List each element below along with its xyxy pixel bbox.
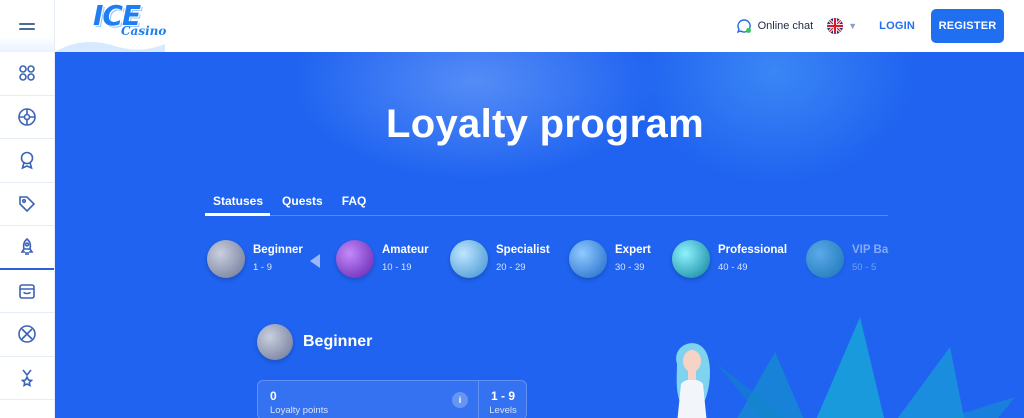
beginner-gem-icon: [207, 240, 245, 278]
level-beginner[interactable]: Beginner 1 - 9: [207, 240, 303, 278]
online-chat-label: Online chat: [757, 20, 814, 32]
uk-flag-icon: [827, 18, 844, 34]
award-icon: [20, 151, 34, 170]
level-range: 20 - 29: [496, 262, 526, 273]
ball-icon: [18, 107, 36, 126]
professional-gem-icon: [672, 240, 710, 278]
level-range: 40 - 49: [718, 262, 748, 273]
bag-icon: [19, 283, 35, 299]
levels-label: Levels: [489, 405, 517, 416]
sidebar-item-loyalty[interactable]: [0, 226, 54, 270]
sidebar-item-sport[interactable]: [0, 313, 54, 357]
menu-toggle-button[interactable]: [0, 0, 54, 52]
level-professional[interactable]: Professional 40 - 49: [672, 240, 787, 278]
level-name: Professional: [718, 244, 788, 256]
sidebar-item-shop[interactable]: [0, 270, 54, 313]
online-chat-link[interactable]: Online chat: [736, 18, 814, 34]
mascot-character-image: [676, 343, 710, 418]
sidebar-item-vip[interactable]: [0, 357, 54, 400]
chat-icon: [736, 19, 751, 34]
sidebar-item-live[interactable]: [0, 96, 54, 139]
levels-carousel: Beginner 1 - 9 Amateur 10 - 19 Specialist 2…: [205, 240, 905, 282]
amateur-gem-icon: [336, 240, 374, 278]
language-selector[interactable]: ▼: [827, 18, 857, 34]
level-amateur[interactable]: Amateur 10 - 19: [336, 240, 429, 278]
vip-gem-icon: [806, 240, 844, 278]
status-stats-card: 0 Loyalty points i 1 - 9 Levels: [257, 380, 527, 418]
current-status-title: Beginner: [303, 333, 373, 350]
level-name: Specialist: [496, 244, 550, 256]
medal-icon: [20, 369, 34, 387]
tag-icon: [19, 195, 36, 212]
level-range: 1 - 9: [253, 262, 273, 273]
levels-value: 1 - 9: [490, 389, 515, 403]
level-range: 10 - 19: [382, 262, 412, 273]
ice-casino-logo[interactable]: ICE Casino: [93, 2, 167, 42]
page-title: Loyalty program: [386, 102, 704, 146]
chevron-down-icon: ▼: [848, 21, 858, 31]
register-button[interactable]: REGISTER: [931, 9, 1004, 43]
logo-wave-decoration: [55, 42, 165, 52]
info-icon[interactable]: i: [452, 392, 468, 408]
level-expert[interactable]: Expert 30 - 39: [569, 240, 651, 278]
loyalty-points-value: 0: [270, 389, 277, 403]
rocket-icon: [20, 237, 34, 255]
loyalty-points-label: Loyalty points: [270, 405, 329, 416]
level-vip[interactable]: VIP Ba 50 - 5: [806, 240, 891, 278]
beginner-gem-icon: [257, 324, 293, 360]
login-button[interactable]: LOGIN: [879, 20, 915, 32]
expert-gem-icon: [569, 240, 607, 278]
tab-quests[interactable]: Quests: [274, 192, 330, 216]
loyalty-tabs: Statuses Quests FAQ: [205, 192, 888, 216]
specialist-gem-icon: [450, 240, 488, 278]
sidebar: [0, 0, 55, 418]
sport-icon: [18, 325, 36, 344]
ice-spikes-decoration: [715, 317, 1015, 418]
divider: [478, 381, 479, 418]
level-specialist[interactable]: Specialist 20 - 29: [450, 240, 550, 278]
level-range: 30 - 39: [615, 262, 645, 273]
logo-subtext: Casino: [121, 24, 167, 38]
tab-statuses[interactable]: Statuses: [205, 192, 271, 216]
sidebar-item-promotions[interactable]: [0, 183, 54, 226]
level-name: VIP Ba: [852, 244, 889, 256]
sidebar-item-games[interactable]: [0, 52, 54, 96]
sidebar-item-tournaments[interactable]: [0, 139, 54, 183]
level-range: 50 - 5: [852, 262, 877, 273]
tab-faq[interactable]: FAQ: [334, 192, 374, 216]
level-name: Beginner: [253, 244, 303, 256]
grid-icon: [19, 65, 35, 82]
current-status-header: Beginner: [257, 324, 372, 360]
level-name: Amateur: [382, 244, 429, 256]
loyalty-hero: Loyalty program Statuses Quests FAQ Begi…: [55, 52, 1024, 418]
top-header: ICE Casino Online chat ▼ LOGIN REGISTER: [55, 0, 1024, 52]
carousel-prev-arrow[interactable]: [310, 254, 320, 268]
level-name: Expert: [615, 244, 651, 256]
